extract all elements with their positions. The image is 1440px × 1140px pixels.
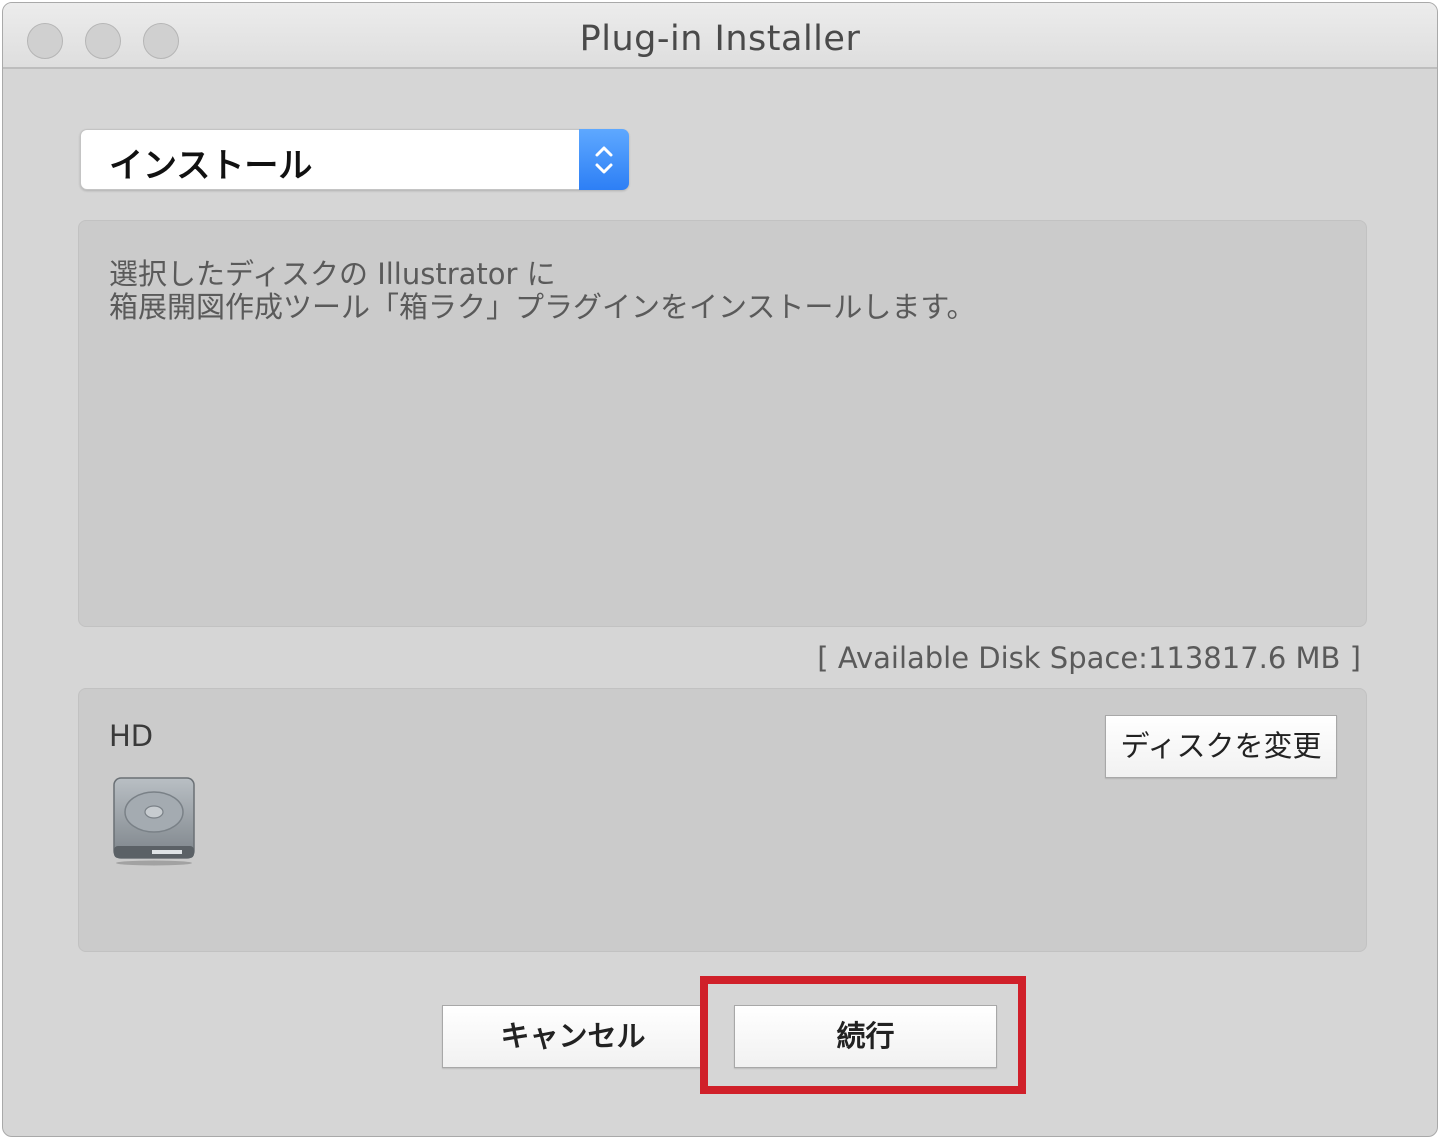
cancel-button[interactable]: キャンセル <box>442 1005 704 1068</box>
disk-panel: HD ディスクを変更 <box>78 688 1367 952</box>
continue-button[interactable]: 続行 <box>734 1005 997 1068</box>
title-bar: Plug-in Installer <box>3 3 1437 69</box>
action-popup-button[interactable]: インストール <box>80 129 629 190</box>
description-panel: 選択したディスクの Illustrator に 箱展開図作成ツール「箱ラク」プラ… <box>78 220 1367 627</box>
chevron-up-down-icon <box>579 129 629 190</box>
change-disk-button[interactable]: ディスクを変更 <box>1105 715 1337 778</box>
available-disk-space: [ Available Disk Space:113817.6 MB ] <box>817 641 1361 675</box>
action-popup-label: インストール <box>109 146 313 186</box>
description-line-2: 箱展開図作成ツール「箱ラク」プラグインをインストールします。 <box>109 290 976 324</box>
hard-drive-icon <box>112 776 196 866</box>
window-title: Plug-in Installer <box>579 19 861 59</box>
disk-name: HD <box>109 719 154 753</box>
installer-window: Plug-in Installer インストール 選択したディスクの Illus… <box>2 2 1438 1137</box>
